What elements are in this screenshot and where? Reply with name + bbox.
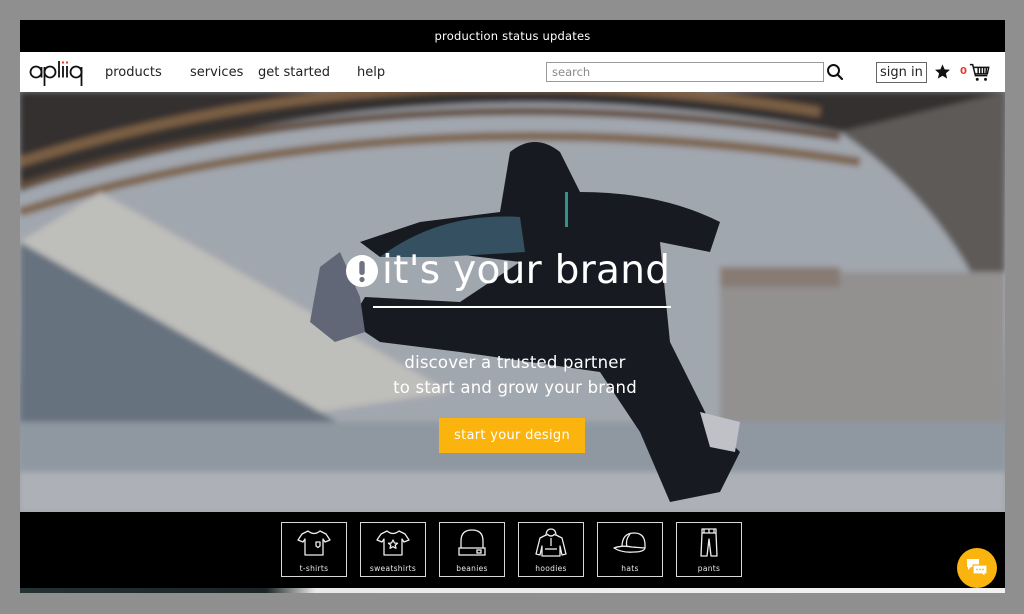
hero-divider: [373, 306, 671, 308]
category-sweatshirts[interactable]: sweatshirts: [360, 522, 426, 577]
category-label: hoodies: [535, 564, 567, 573]
search-icon[interactable]: [826, 63, 844, 81]
browser-page: production status updates products servi…: [20, 20, 1005, 593]
category-label: pants: [697, 564, 721, 573]
start-design-label: start your design: [454, 428, 570, 443]
sign-in-label: sign in: [880, 65, 923, 80]
category-label: beanies: [456, 564, 488, 573]
category-hoodies[interactable]: hoodies: [518, 522, 584, 577]
hero-subtitle-line-1: discover a trusted partner: [404, 353, 626, 372]
chat-button[interactable]: [957, 548, 997, 588]
cart-count: 0: [960, 66, 967, 77]
page-scroll-edge: [20, 588, 1005, 593]
sweatshirt-icon: [376, 530, 410, 556]
star-icon[interactable]: [934, 63, 951, 80]
pants-icon: [700, 528, 718, 557]
category-label: t-shirts: [299, 564, 329, 573]
category-label: hats: [621, 564, 639, 573]
announcement-bar[interactable]: production status updates: [20, 20, 1005, 52]
nav-link-services[interactable]: services: [190, 65, 243, 80]
category-label: sweatshirts: [369, 564, 417, 573]
category-pants[interactable]: pants: [676, 522, 742, 577]
main-nav: products services get started help sign …: [20, 52, 1005, 92]
beanie-icon: [458, 529, 486, 556]
hero-subtitle-line-2: to start and grow your brand: [393, 378, 637, 397]
cart-icon[interactable]: [969, 61, 991, 83]
hero-title: it's your brand: [346, 249, 686, 293]
hoodie-icon: [535, 528, 567, 557]
hero-title-text: it's your brand: [382, 248, 671, 293]
category-beanies[interactable]: beanies: [439, 522, 505, 577]
start-design-button[interactable]: start your design: [439, 418, 585, 453]
announcement-text[interactable]: production status updates: [435, 29, 591, 43]
search-input[interactable]: [546, 62, 824, 82]
nav-link-get-started[interactable]: get started: [258, 65, 330, 80]
sign-in-button[interactable]: sign in: [876, 62, 927, 83]
tshirt-icon: [297, 530, 331, 556]
category-hats[interactable]: hats: [597, 522, 663, 577]
apliiq-logo[interactable]: [29, 55, 85, 89]
hat-icon: [613, 532, 646, 553]
exclamation-circle-icon: [346, 255, 378, 287]
nav-link-products[interactable]: products: [105, 65, 162, 80]
nav-link-help[interactable]: help: [357, 65, 385, 80]
category-t-shirts[interactable]: t-shirts: [281, 522, 347, 577]
chat-bubbles-icon: [967, 559, 988, 579]
hero-banner: it's your brand discover a trusted partn…: [20, 92, 1005, 512]
category-bar: t-shirts sweatshirts beanies hoodies hat…: [20, 512, 1005, 588]
